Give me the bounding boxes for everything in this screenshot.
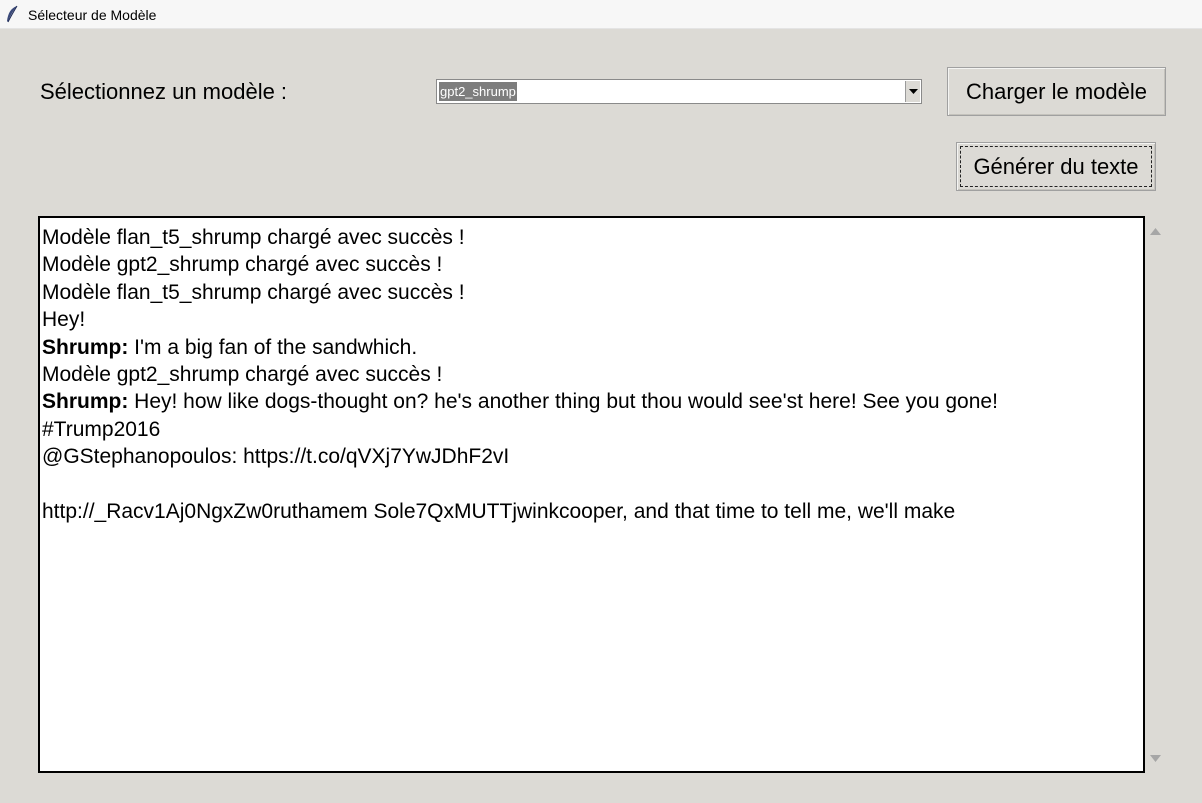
output-line: Modèle gpt2_shrump chargé avec succès ! xyxy=(42,251,1143,278)
output-line: http://_Racv1Aj0NgxZw0ruthamem Sole7QxMU… xyxy=(42,498,1143,525)
app-window: Sélecteur de Modèle Sélectionnez un modè… xyxy=(0,0,1202,803)
combobox-dropdown-button[interactable] xyxy=(905,81,920,102)
output-text-area[interactable]: Modèle flan_t5_shrump chargé avec succès… xyxy=(38,216,1145,773)
load-model-button-label: Charger le modèle xyxy=(966,79,1147,104)
output-line-text: Modèle flan_t5_shrump chargé avec succès… xyxy=(42,280,465,304)
output-line: Modèle flan_t5_shrump chargé avec succès… xyxy=(42,224,1143,251)
output-line: @GStephanopoulos: https://t.co/qVXj7YwJD… xyxy=(42,443,1143,470)
model-combobox[interactable]: gpt2_shrump xyxy=(436,79,922,104)
output-line: #Trump2016 xyxy=(42,416,1143,443)
output-line-text: I'm a big fan of the sandwhich. xyxy=(128,335,418,359)
speaker-label: Shrump: xyxy=(42,390,129,414)
model-combobox-value[interactable]: gpt2_shrump xyxy=(439,82,517,101)
output-line-text: Modèle flan_t5_shrump chargé avec succès… xyxy=(42,226,465,249)
output-line-text: Hey! how like dogs-thought on? he's anot… xyxy=(128,390,998,414)
output-line-text: Modèle gpt2_shrump chargé avec succès ! xyxy=(42,253,443,277)
output-line: Modèle gpt2_shrump chargé avec succès ! xyxy=(42,361,1143,388)
output-line: Shrump: Hey! how like dogs-thought on? h… xyxy=(42,388,1143,415)
window-title: Sélecteur de Modèle xyxy=(28,7,157,23)
output-line-text: Hey! xyxy=(42,308,86,332)
load-model-button[interactable]: Charger le modèle xyxy=(947,67,1166,116)
output-line: Modèle flan_t5_shrump chargé avec succès… xyxy=(42,279,1143,306)
output-line-text: @GStephanopoulos: https://t.co/qVXj7YwJD… xyxy=(42,445,510,469)
scroll-up-arrow-icon[interactable] xyxy=(1150,222,1161,240)
scroll-down-arrow-icon[interactable] xyxy=(1150,749,1161,767)
title-bar[interactable]: Sélecteur de Modèle xyxy=(0,0,1202,29)
output-line: Shrump: I'm a big fan of the sandwhich. xyxy=(42,334,1143,361)
output-line-text: http://_Racv1Aj0NgxZw0ruthamem Sole7QxMU… xyxy=(42,500,956,524)
chevron-down-icon xyxy=(909,89,918,94)
output-line-text: Modèle gpt2_shrump chargé avec succès ! xyxy=(42,363,443,387)
output-line-text: #Trump2016 xyxy=(42,417,161,441)
model-select-label: Sélectionnez un modèle : xyxy=(40,79,288,104)
feather-icon xyxy=(5,5,19,23)
generate-text-button-label: Générer du texte xyxy=(973,154,1139,179)
output-scrollbar[interactable] xyxy=(1146,216,1166,773)
output-line: Hey! xyxy=(42,306,1143,333)
speaker-label: Shrump: xyxy=(42,335,129,359)
generate-text-button[interactable]: Générer du texte xyxy=(956,142,1156,191)
